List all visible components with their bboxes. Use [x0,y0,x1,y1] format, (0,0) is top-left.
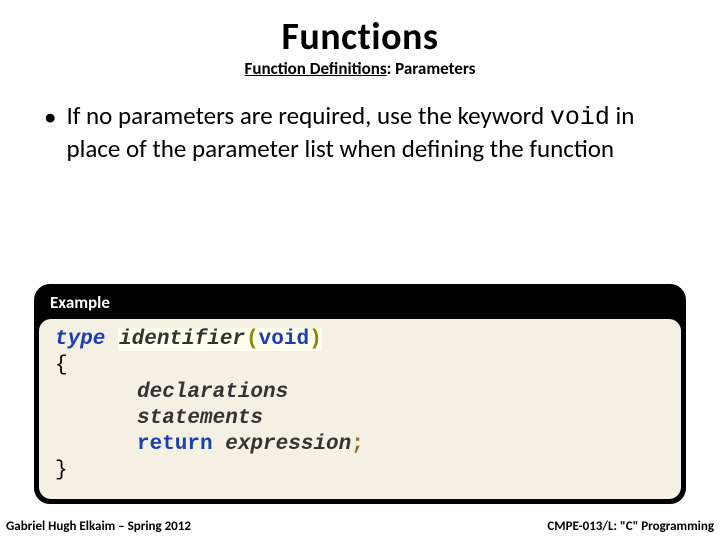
bullet-text: If no parameters are required, use the k… [66,101,684,164]
subtitle-rest: : Parameters [387,58,476,79]
code-line-1: type identifier(void) [55,327,665,353]
code-rbrace: } [55,459,68,482]
code-return-kw: return [137,433,213,456]
slide-title: Functions [34,14,686,60]
code-line-3: declarations [55,380,665,406]
code-semicolon: ; [351,433,364,456]
code-line-2: { [55,353,665,379]
bullet-item: • If no parameters are required, use the… [44,101,684,164]
footer-right: CMPE-013/L: "C" Programming [547,519,714,534]
example-box: Example type identifier(void) { declarat… [34,284,686,504]
code-line-4: statements [55,406,665,432]
example-header: Example [36,286,684,319]
bullet-list: • If no parameters are required, use the… [34,101,686,164]
code-statements: statements [137,407,263,430]
subtitle-underlined: Function Definitions [245,58,387,79]
bullet-dot-icon: • [44,101,56,164]
bullet-text-pre: If no parameters are required, use the k… [66,100,549,131]
bullet-code-keyword: void [550,103,610,132]
code-lbrace: { [55,354,68,377]
code-lparen: ( [246,328,259,351]
code-line-5: return expression; [55,432,665,458]
code-declarations: declarations [137,381,288,404]
code-identifier: identifier [118,328,246,351]
slide: Functions Function Definitions: Paramete… [0,0,720,540]
code-line-6: } [55,458,665,484]
code-type-kw: type [55,328,105,351]
code-expression: expression [225,433,351,456]
footer-left: Gabriel Hugh Elkaim – Spring 2012 [6,519,191,534]
example-code: type identifier(void) { declarations sta… [39,319,681,499]
code-void-keyword: void [259,328,309,351]
slide-subtitle: Function Definitions: Parameters [34,58,686,79]
code-rparen: ) [309,328,322,351]
